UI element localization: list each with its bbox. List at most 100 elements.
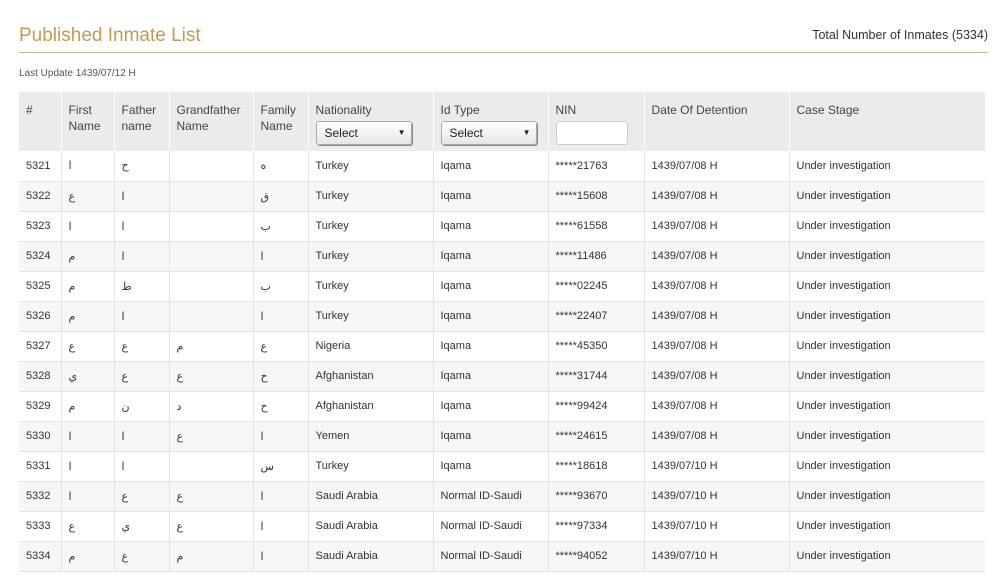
cell-nin: *****22407 bbox=[548, 301, 645, 332]
cell-grandfather-name: ع bbox=[169, 511, 254, 542]
cell-father-name: ع bbox=[114, 541, 170, 572]
cell-first-name: ا bbox=[61, 151, 115, 182]
cell-date-of-detention: 1439/07/08 H bbox=[644, 151, 790, 182]
cell-date-of-detention: 1439/07/08 H bbox=[644, 391, 790, 422]
cell-nin: *****02245 bbox=[548, 271, 645, 302]
cell-id-type: Normal ID-Saudi bbox=[433, 481, 549, 512]
last-update: Last Update 1439/07/12 H bbox=[19, 68, 136, 79]
cell-grandfather-name: د bbox=[169, 391, 254, 422]
table-row: 5323 ا ا ب Turkey Iqama *****61558 1439/07/08 H… bbox=[19, 211, 985, 242]
col-header-number: # bbox=[19, 92, 62, 151]
cell-nin: *****93670 bbox=[548, 481, 645, 512]
cell-nin: *****97334 bbox=[548, 511, 645, 542]
table-row: 5331 ا ا س Turkey Iqama *****18618 1439/07/10 H… bbox=[19, 451, 985, 482]
col-header-id-type: Id Type Select ▼ bbox=[433, 92, 549, 151]
cell-nin: *****15608 bbox=[548, 181, 645, 212]
inmate-table: # First Name Father name Grandfather Nam… bbox=[19, 92, 985, 572]
cell-id-type: Iqama bbox=[433, 301, 549, 332]
cell-id-type: Iqama bbox=[433, 271, 549, 302]
cell-date-of-detention: 1439/07/08 H bbox=[644, 301, 790, 332]
cell-row-number: 5330 bbox=[19, 421, 62, 452]
cell-row-number: 5329 bbox=[19, 391, 62, 422]
cell-case-stage: Under investigation bbox=[789, 181, 985, 212]
cell-row-number: 5324 bbox=[19, 241, 62, 272]
cell-nin: *****31744 bbox=[548, 361, 645, 392]
table-row: 5326 م ا ا Turkey Iqama *****22407 1439/07/08 H… bbox=[19, 301, 985, 332]
cell-nationality: Turkey bbox=[308, 211, 434, 242]
cell-nin: *****94052 bbox=[548, 541, 645, 572]
cell-father-name: ا bbox=[114, 421, 170, 452]
cell-id-type: Iqama bbox=[433, 151, 549, 182]
cell-case-stage: Under investigation bbox=[789, 391, 985, 422]
table-row: 5328 ي ع ع خ Afghanistan Iqama *****31744 1439/0… bbox=[19, 361, 985, 392]
col-header-father-name: Father name bbox=[114, 92, 170, 151]
cell-nationality: Turkey bbox=[308, 151, 434, 182]
cell-date-of-detention: 1439/07/10 H bbox=[644, 541, 790, 572]
table-header-row: # First Name Father name Grandfather Nam… bbox=[19, 92, 985, 151]
nin-search-input[interactable] bbox=[555, 121, 628, 145]
cell-father-name: ا bbox=[114, 451, 170, 482]
cell-row-number: 5323 bbox=[19, 211, 62, 242]
col-header-date-of-detention: Date Of Detention bbox=[644, 92, 790, 151]
cell-father-name: ا bbox=[114, 181, 170, 212]
cell-first-name: ا bbox=[61, 421, 115, 452]
cell-id-type: Iqama bbox=[433, 361, 549, 392]
cell-first-name: م bbox=[61, 241, 115, 272]
cell-family-name: ق bbox=[253, 181, 309, 212]
cell-case-stage: Under investigation bbox=[789, 151, 985, 182]
cell-first-name: م bbox=[61, 541, 115, 572]
cell-family-name: ا bbox=[253, 481, 309, 512]
cell-nationality: Turkey bbox=[308, 271, 434, 302]
cell-first-name: ع bbox=[61, 331, 115, 362]
cell-nationality: Nigeria bbox=[308, 331, 434, 362]
cell-row-number: 5328 bbox=[19, 361, 62, 392]
cell-case-stage: Under investigation bbox=[789, 211, 985, 242]
cell-grandfather-name bbox=[169, 181, 254, 212]
nationality-select-value: Select bbox=[324, 126, 358, 140]
cell-case-stage: Under investigation bbox=[789, 331, 985, 362]
cell-nationality: Saudi Arabia bbox=[308, 541, 434, 572]
cell-father-name: ع bbox=[114, 331, 170, 362]
table-row: 5333 ع ي ع ا Saudi Arabia Normal ID-Saudi *****… bbox=[19, 511, 985, 542]
cell-family-name: ا bbox=[253, 511, 309, 542]
cell-id-type: Normal ID-Saudi bbox=[433, 511, 549, 542]
dropdown-arrow-icon: ▼ bbox=[522, 128, 531, 137]
col-header-nationality: Nationality Select ▼ bbox=[308, 92, 434, 151]
cell-father-name: ط bbox=[114, 271, 170, 302]
nationality-select[interactable]: Select ▼ bbox=[315, 121, 412, 145]
cell-family-name: ا bbox=[253, 421, 309, 452]
cell-date-of-detention: 1439/07/08 H bbox=[644, 271, 790, 302]
table-row: 5330 ا ا ع ا Yemen Iqama *****24615 1439/07/08 H… bbox=[19, 421, 985, 452]
cell-father-name: ا bbox=[114, 301, 170, 332]
cell-father-name: ع bbox=[114, 361, 170, 392]
cell-father-name: ي bbox=[114, 511, 170, 542]
cell-id-type: Iqama bbox=[433, 451, 549, 482]
cell-family-name: ا bbox=[253, 241, 309, 272]
page-title: Published Inmate List bbox=[19, 25, 201, 46]
cell-family-name: خ bbox=[253, 391, 309, 422]
cell-family-name: س bbox=[253, 451, 309, 482]
cell-nationality: Saudi Arabia bbox=[308, 511, 434, 542]
cell-first-name: م bbox=[61, 301, 115, 332]
table-row: 5329 م ن د خ Afghanistan Iqama *****99424 1439/0… bbox=[19, 391, 985, 422]
cell-case-stage: Under investigation bbox=[789, 511, 985, 542]
cell-nationality: Yemen bbox=[308, 421, 434, 452]
cell-family-name: ه bbox=[253, 151, 309, 182]
cell-case-stage: Under investigation bbox=[789, 301, 985, 332]
cell-grandfather-name: ع bbox=[169, 481, 254, 512]
cell-grandfather-name bbox=[169, 301, 254, 332]
cell-row-number: 5334 bbox=[19, 541, 62, 572]
cell-first-name: ع bbox=[61, 511, 115, 542]
cell-nin: *****99424 bbox=[548, 391, 645, 422]
table-row: 5332 ا ع ع ا Saudi Arabia Normal ID-Saudi *****… bbox=[19, 481, 985, 512]
cell-id-type: Iqama bbox=[433, 241, 549, 272]
cell-grandfather-name bbox=[169, 211, 254, 242]
cell-nationality: Turkey bbox=[308, 451, 434, 482]
cell-father-name: ن bbox=[114, 391, 170, 422]
cell-first-name: ا bbox=[61, 451, 115, 482]
cell-grandfather-name: ع bbox=[169, 421, 254, 452]
col-header-id-type-label: Id Type bbox=[440, 103, 480, 117]
cell-nationality: Afghanistan bbox=[308, 361, 434, 392]
id-type-select[interactable]: Select ▼ bbox=[440, 121, 537, 145]
cell-grandfather-name bbox=[169, 241, 254, 272]
